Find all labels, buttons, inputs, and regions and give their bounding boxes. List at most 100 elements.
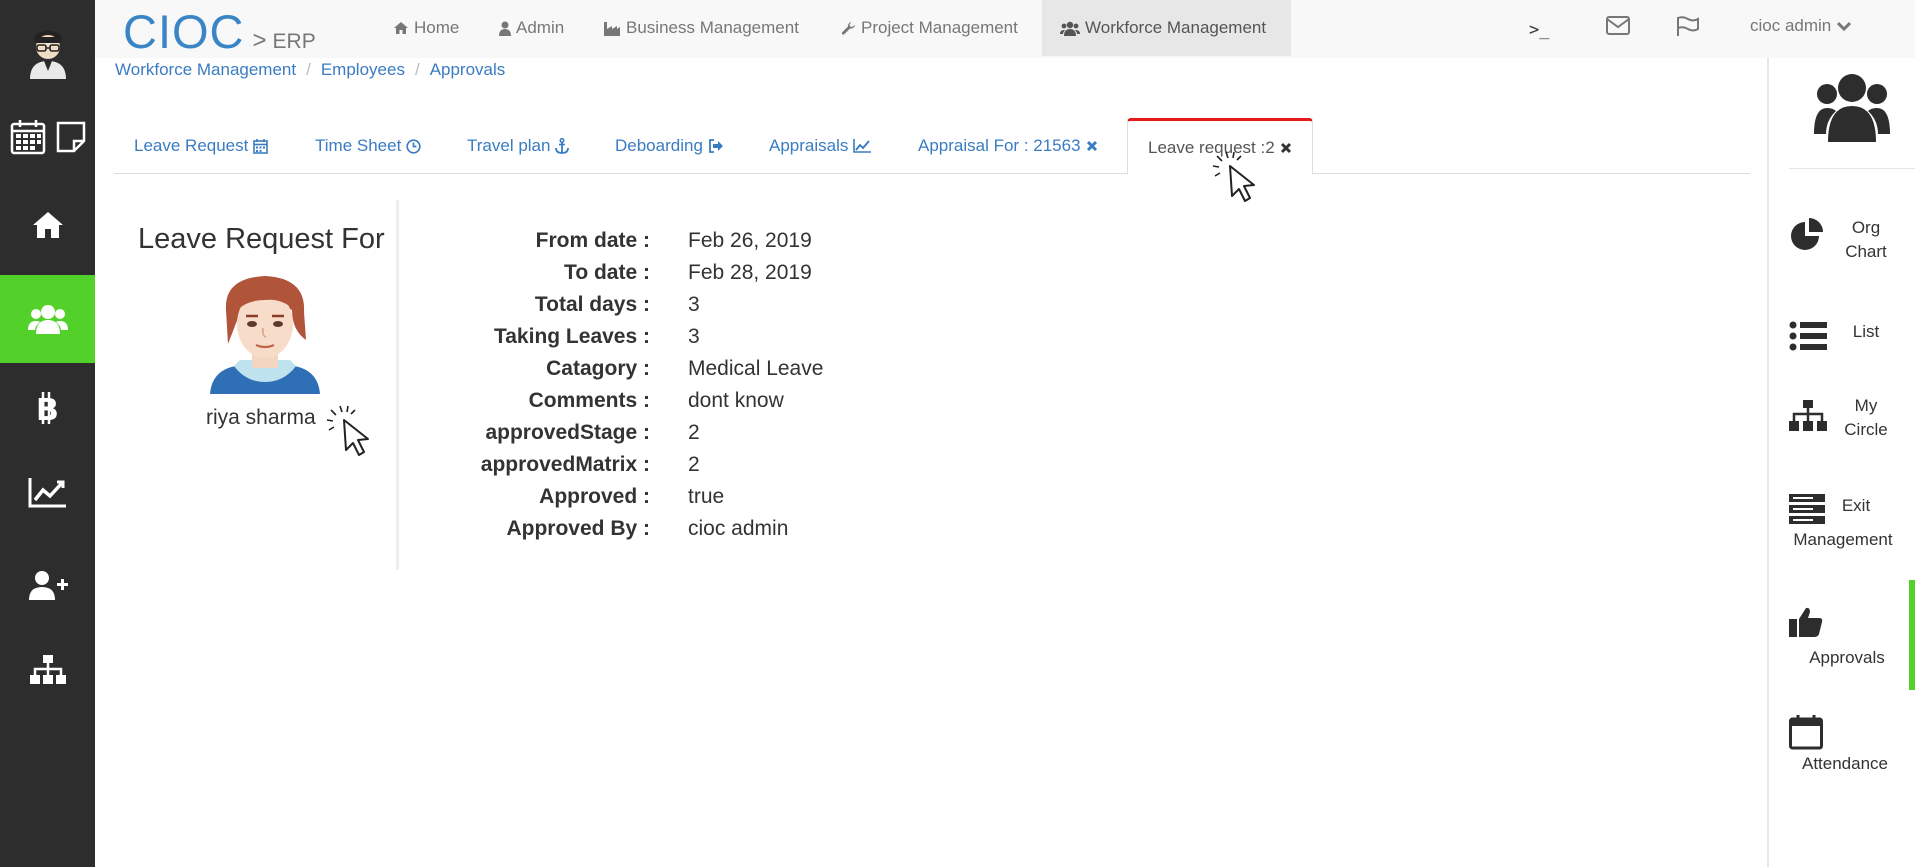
brand-subtitle: ERP [272,30,316,53]
close-icon[interactable] [1086,140,1098,152]
avatar-icon [29,31,66,79]
tab-travel-plan[interactable]: Travel plan [447,118,589,174]
nav-project-management[interactable]: Project Management [823,0,1036,56]
detail-row-approved-matrix: approvedMatrix : 2 [440,449,823,481]
nav-home-label: Home [414,18,460,37]
sidebar-item-reports[interactable] [0,462,95,522]
breadcrumb-employees[interactable]: Employees [321,60,405,80]
divider [1789,168,1915,169]
sidebar-item-approvals[interactable]: Approvals [1789,606,1909,676]
nav-home[interactable]: Home [375,0,477,56]
server-icon [1789,494,1825,529]
nav-workforce-management[interactable]: Workforce Management [1042,0,1291,56]
sidebar-item-list[interactable]: List [1789,320,1909,370]
detail-value: Feb 28, 2019 [688,261,812,284]
right-sidebar: Org Chart List My Circle Exit Management A… [1767,58,1915,867]
tab-label: Leave request :2 [1148,137,1275,157]
employee-avatar-image [210,276,320,394]
sidebar-item-label: List [1852,322,1880,341]
user-avatar[interactable] [0,18,95,88]
user-plus-icon [28,571,68,600]
nav-business-management-label: Business Management [626,18,799,37]
calendar-notes-shortcut[interactable] [0,112,95,162]
breadcrumb-approvals[interactable]: Approvals [430,60,506,80]
notifications-button[interactable] [1676,16,1700,36]
profile-title: Leave Request For [138,223,385,255]
tab-label: Time Sheet [315,136,402,155]
detail-row-taking-leaves: Taking Leaves : 3 [440,321,823,353]
users-icon [27,305,68,334]
detail-label: Approved : [539,485,650,508]
left-sidebar: B [0,0,95,867]
terminal-icon: >_ [1529,20,1550,40]
detail-row-approved: Approved : true [440,481,823,513]
user-menu-label: cioc admin [1750,16,1832,35]
breadcrumb-separator: / [306,60,311,79]
terminal-button[interactable]: >_ [1529,20,1549,40]
sidebar-item-label: Approvals [1809,648,1885,667]
detail-label: Catagory : [546,357,650,380]
tab-bar: Leave Request Time Sheet Travel plan Deb… [114,118,1750,175]
sitemap-icon [29,655,66,684]
sidebar-item-label: Management [1793,530,1893,549]
home-icon [32,212,63,238]
breadcrumb-workforce-management[interactable]: Workforce Management [115,60,296,80]
sidebar-item-workforce[interactable] [0,275,95,363]
tab-leave-request-2[interactable]: Leave request :2 [1127,118,1313,175]
tab-deboarding[interactable]: Deboarding [595,118,744,174]
sidebar-item-label: Org Chart [1845,218,1887,261]
tab-label: Travel plan [467,136,551,155]
detail-label: Approved By : [506,517,650,540]
calendar-empty-icon [1789,714,1823,755]
sidebar-item-finance[interactable]: B [0,378,95,438]
detail-label: To date : [564,261,650,284]
line-chart-icon [28,478,66,508]
detail-row-approved-stage: approvedStage : 2 [440,417,823,449]
sign-out-icon [708,139,724,153]
detail-label: approvedMatrix : [480,453,650,476]
sidebar-item-org-chart[interactable]: Org Chart [1789,216,1909,286]
flag-icon [1677,16,1699,36]
sidebar-item-my-circle[interactable]: My Circle [1789,394,1909,464]
tab-leave-request[interactable]: Leave Request [114,118,288,174]
sidebar-item-exit-management[interactable]: Exit Management [1789,494,1909,564]
detail-label: Total days : [534,293,650,316]
detail-value: dont know [688,389,784,412]
detail-value: 3 [688,293,700,316]
employee-avatar [206,270,324,394]
svg-text:B: B [36,393,59,425]
envelope-icon [1606,16,1630,35]
users-icon [1814,72,1890,149]
sidebar-item-org[interactable] [0,640,95,700]
chevron-down-icon [1837,21,1852,31]
leave-request-profile: Leave Request For riya sharma [114,200,399,570]
breadcrumb-separator: / [414,60,420,79]
messages-button[interactable] [1606,16,1630,35]
nav-admin[interactable]: Admin [481,0,582,56]
brand-name: CIOC [123,5,245,58]
thumbs-up-icon [1789,606,1823,643]
bitcoin-icon: B [36,392,59,425]
sitemap-icon [1789,400,1827,437]
tab-time-sheet[interactable]: Time Sheet [295,118,441,174]
detail-value: 2 [688,453,700,476]
detail-value: Medical Leave [688,357,824,380]
sidebar-item-attendance[interactable]: Attendance [1789,714,1909,784]
nav-business-management[interactable]: Business Management [585,0,817,56]
employee-name[interactable]: riya sharma [206,406,316,430]
tab-label: Appraisals [769,136,849,155]
sidebar-item-add-user[interactable] [0,555,95,615]
user-menu[interactable]: cioc admin [1750,0,1852,52]
detail-row-comments: Comments : dont know [440,385,823,417]
users-icon [1060,21,1080,36]
brand-logo[interactable]: CIOC > ERP [123,4,316,58]
line-chart-icon [853,139,872,153]
close-icon[interactable] [1280,142,1292,154]
brand-separator: > [252,27,267,54]
nav-admin-label: Admin [516,18,565,37]
industry-icon [603,21,621,36]
tab-appraisal-for-21563[interactable]: Appraisal For : 21563 [898,118,1118,174]
tab-appraisals[interactable]: Appraisals [749,118,891,174]
detail-label: Taking Leaves : [493,325,650,348]
sidebar-item-home[interactable] [0,195,95,255]
